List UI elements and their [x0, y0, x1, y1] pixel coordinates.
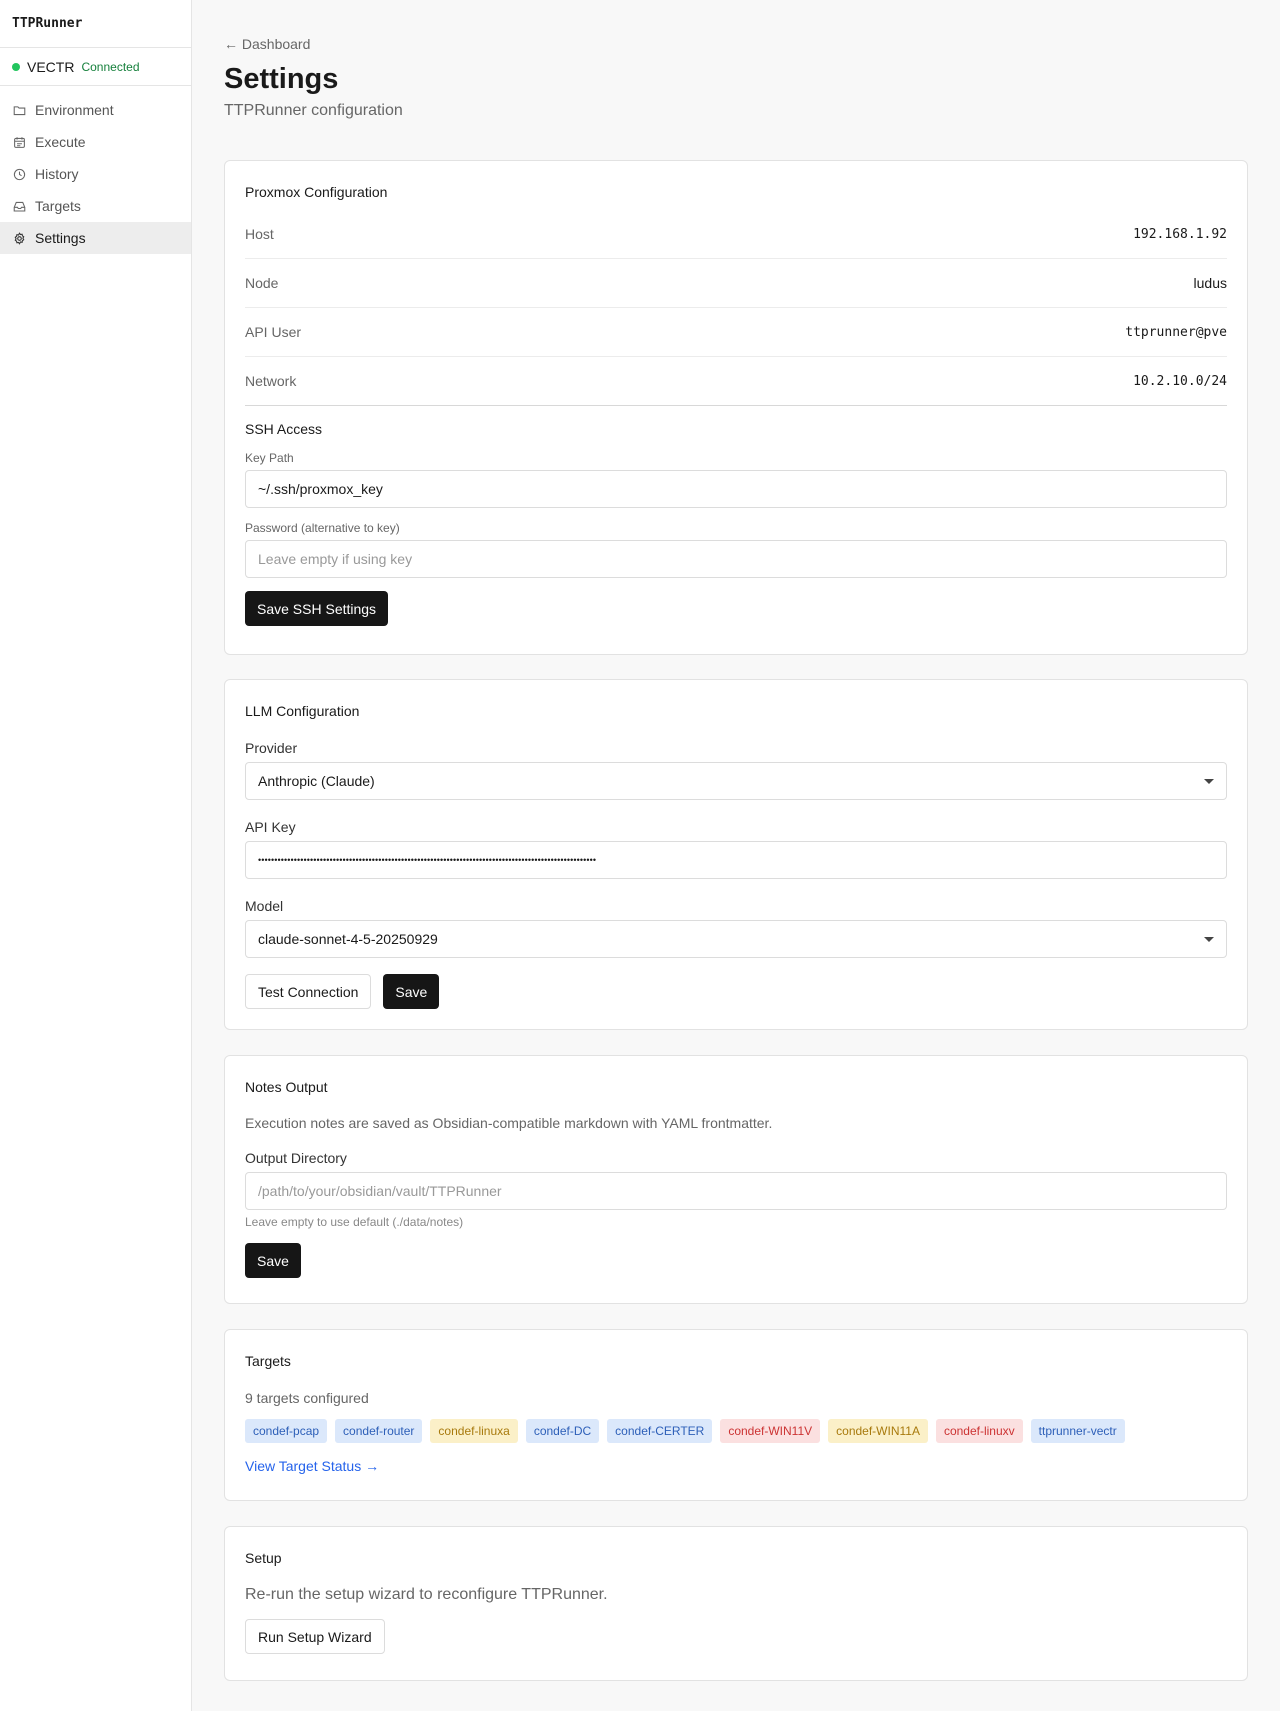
target-tag: condef-pcap	[245, 1419, 328, 1443]
sidebar-item-settings[interactable]: Settings	[0, 222, 191, 254]
sidebar-item-targets[interactable]: Targets	[0, 190, 191, 222]
test-connection-button[interactable]: Test Connection	[245, 974, 372, 1009]
provider-label: Provider	[245, 740, 298, 756]
sidebar-nav: Environment Execute History Targets Sett…	[0, 86, 191, 254]
llm-config-card: LLM Configuration Provider Anthropic (Cl…	[224, 679, 1248, 1030]
proxmox-host-row: Host 192.168.1.92	[245, 210, 1227, 259]
card-title: Proxmox Configuration	[245, 184, 388, 200]
password-label: Password (alternative to key)	[245, 521, 400, 535]
chevron-down-icon	[1204, 778, 1214, 784]
row-key: Node	[245, 275, 279, 291]
sidebar-item-execute[interactable]: Execute	[0, 126, 191, 158]
api-key-label: API Key	[245, 819, 296, 835]
output-directory-hint: Leave empty to use default (./data/notes…	[245, 1215, 464, 1229]
run-setup-wizard-button[interactable]: Run Setup Wizard	[245, 1619, 385, 1654]
ssh-access-title: SSH Access	[245, 421, 323, 437]
provider-select[interactable]: Anthropic (Claude)	[245, 762, 1227, 800]
notes-description: Execution notes are saved as Obsidian-co…	[245, 1115, 773, 1131]
targets-card: Targets 9 targets configured condef-pcap…	[224, 1329, 1248, 1501]
setup-description: Re-run the setup wizard to reconfigure T…	[245, 1586, 608, 1603]
clock-icon	[13, 168, 26, 180]
target-tag: condef-linuxa	[430, 1419, 518, 1443]
page-title: Settings	[224, 63, 339, 95]
gear-icon	[14, 231, 25, 245]
breadcrumb[interactable]: ← Dashboard	[224, 36, 1248, 53]
proxmox-config-card: Proxmox Configuration Host 192.168.1.92 …	[224, 160, 1248, 655]
status-dot-icon	[12, 62, 20, 71]
row-value: ttprunner@pve	[1125, 324, 1227, 340]
card-title: Notes Output	[245, 1079, 328, 1095]
card-title: LLM Configuration	[245, 703, 360, 719]
sidebar-item-environment[interactable]: Environment	[0, 94, 191, 126]
target-tag: ttprunner-vectr	[1030, 1419, 1125, 1443]
api-key-input[interactable]: ••••••••••••••••••••••••••••••••••••••••…	[245, 841, 1227, 879]
key-path-label: Key Path	[245, 451, 294, 465]
output-directory-input[interactable]: /path/to/your/obsidian/vault/TTPRunner	[245, 1172, 1227, 1210]
row-key: Network	[245, 373, 297, 389]
targets-count: 9 targets configured	[245, 1390, 369, 1406]
model-label: Model	[245, 898, 284, 914]
calendar-icon	[14, 136, 25, 148]
proxmox-api-user-row: API User ttprunner@pve	[245, 308, 1227, 357]
app-title: TTPRunner	[0, 0, 191, 48]
proxmox-node-row: Node ludus	[245, 259, 1227, 308]
row-key: API User	[245, 324, 302, 340]
output-directory-label: Output Directory	[245, 1150, 347, 1166]
save-notes-button[interactable]: Save	[245, 1243, 301, 1278]
page-subtitle: TTPRunner configuration	[224, 102, 403, 119]
sidebar: TTPRunner VECTR Connected Environment Ex…	[0, 0, 192, 1711]
sidebar-item-label: Environment	[35, 102, 114, 118]
sidebar-item-label: History	[35, 166, 79, 182]
row-value: 192.168.1.92	[1133, 226, 1227, 242]
proxmox-network-row: Network 10.2.10.0/24	[245, 357, 1227, 406]
row-value: 10.2.10.0/24	[1133, 373, 1227, 389]
target-tag: condef-linuxv	[935, 1419, 1023, 1443]
model-select[interactable]: claude-sonnet-4-5-20250929	[245, 920, 1227, 958]
save-ssh-settings-button[interactable]: Save SSH Settings	[245, 591, 389, 626]
sidebar-item-label: Settings	[35, 230, 86, 246]
main-content: ← Dashboard Settings TTPRunner configura…	[224, 0, 1248, 1681]
folder-icon	[13, 105, 26, 115]
view-target-status-link[interactable]: View Target Status →	[245, 1458, 1227, 1474]
card-title: Setup	[245, 1550, 282, 1566]
target-tag: condef-WIN11A	[828, 1419, 928, 1443]
target-tag-list: condef-pcap condef-router condef-linuxa …	[245, 1419, 1227, 1443]
llm-actions: Test Connection Save	[245, 974, 1227, 1009]
password-input[interactable]: Leave empty if using key	[245, 540, 1227, 578]
row-value: ludus	[1193, 275, 1227, 291]
connection-status: VECTR Connected	[0, 48, 191, 86]
provider-selected-value: Anthropic (Claude)	[258, 773, 375, 789]
connection-status-label: Connected	[81, 59, 140, 74]
key-path-input[interactable]: ~/.ssh/proxmox_key	[245, 470, 1227, 508]
chevron-down-icon	[1204, 936, 1214, 942]
sidebar-item-label: Targets	[35, 198, 81, 214]
row-key: Host	[245, 226, 274, 242]
target-tag: condef-DC	[525, 1419, 600, 1443]
sidebar-item-label: Execute	[35, 134, 86, 150]
sidebar-item-history[interactable]: History	[0, 158, 191, 190]
inbox-icon	[13, 201, 26, 211]
notes-output-card: Notes Output Execution notes are saved a…	[224, 1055, 1248, 1304]
setup-card: Setup Re-run the setup wizard to reconfi…	[224, 1526, 1248, 1681]
model-selected-value: claude-sonnet-4-5-20250929	[258, 931, 438, 947]
card-title: Targets	[245, 1353, 291, 1369]
breadcrumb-dashboard-link[interactable]: Dashboard	[242, 36, 311, 52]
target-tag: condef-CERTER	[607, 1419, 713, 1443]
back-arrow-icon: ←	[224, 36, 238, 52]
save-llm-button[interactable]: Save	[383, 974, 440, 1009]
target-tag: condef-router	[335, 1419, 423, 1443]
target-tag: condef-WIN11V	[720, 1419, 821, 1443]
connection-name: VECTR	[27, 58, 75, 75]
